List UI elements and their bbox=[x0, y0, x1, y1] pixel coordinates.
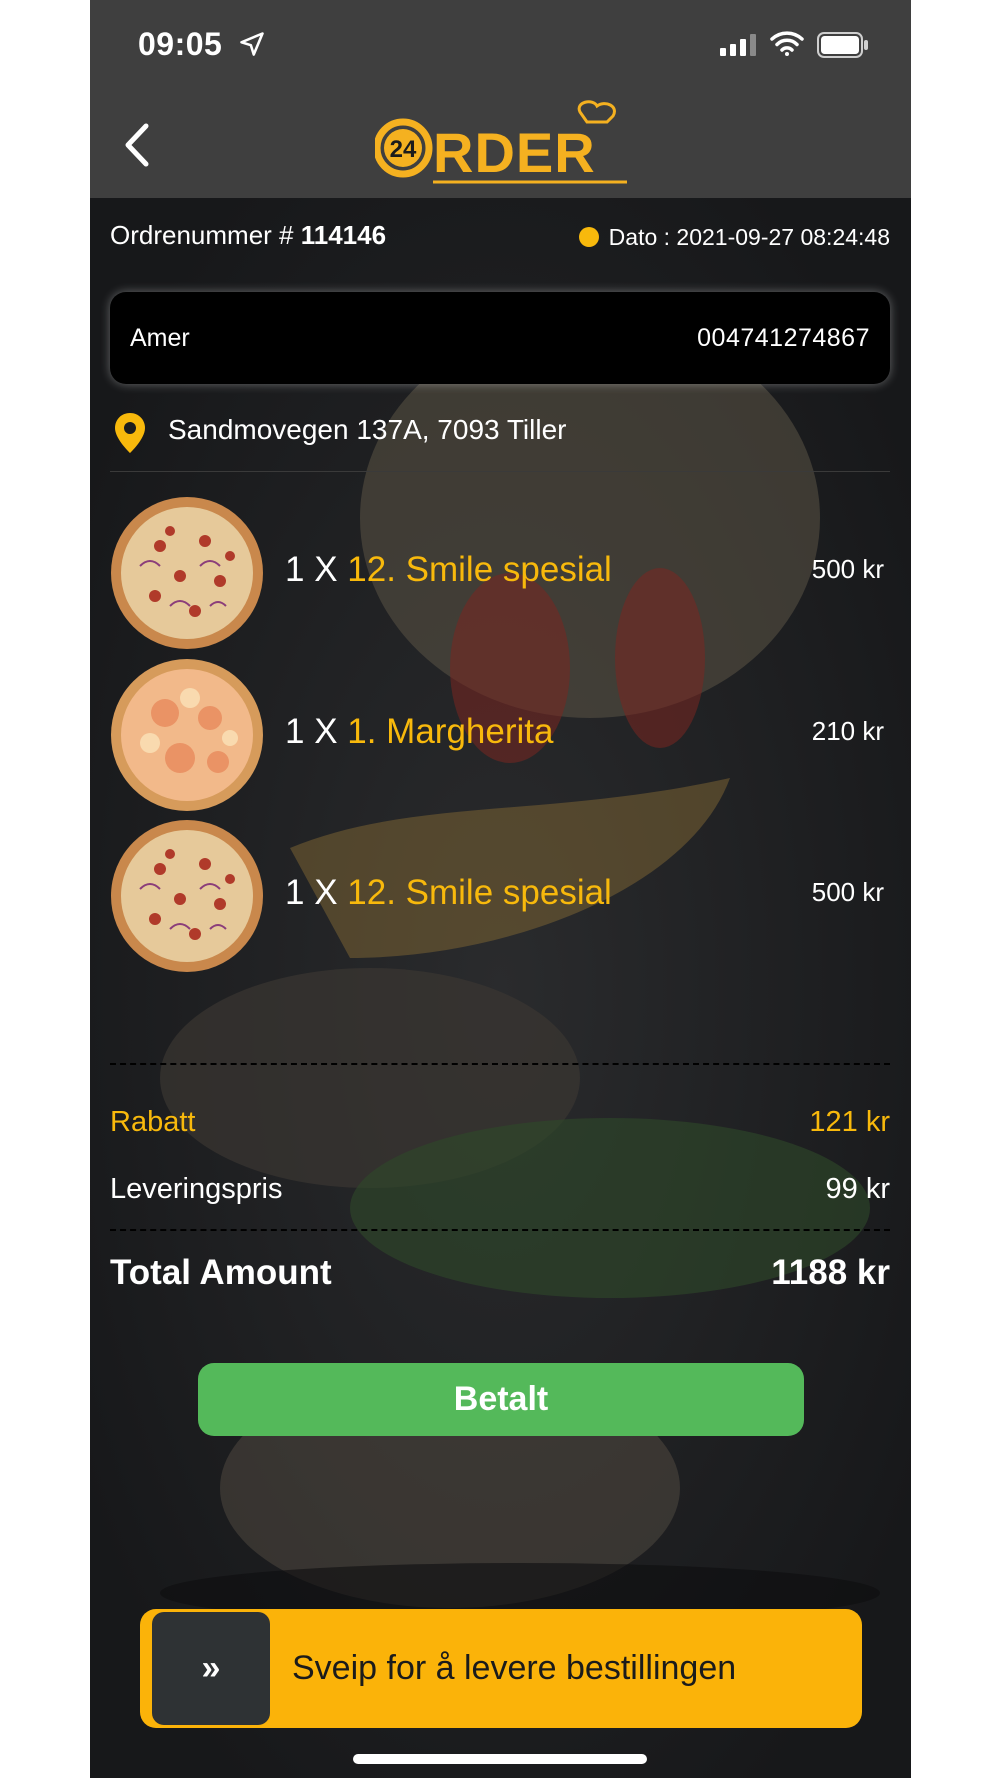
battery-icon bbox=[817, 32, 868, 58]
address-text: Sandmovegen 137A, 7093 Tiller bbox=[168, 414, 567, 445]
location-pin-icon bbox=[115, 413, 145, 453]
item-qty: 1 X bbox=[285, 712, 348, 751]
item-price: 500 kr bbox=[811, 877, 884, 907]
logo-text: RDER bbox=[433, 121, 596, 184]
order-number: Ordrenummer # 114146 bbox=[110, 220, 386, 251]
status-bar: 09:05 bbox=[90, 0, 911, 92]
order-item: 1 X 12. Smile spesial 500 kr bbox=[110, 819, 890, 975]
customer-phone[interactable]: 004741274867 bbox=[697, 324, 870, 353]
wifi-icon bbox=[770, 31, 804, 56]
item-title: 1 X 1. Margherita bbox=[285, 712, 553, 752]
order-item: 1 X 1. Margherita 210 kr bbox=[110, 658, 890, 814]
item-qty: 1 X bbox=[285, 873, 348, 912]
divider bbox=[110, 471, 890, 472]
item-name: 1. Margherita bbox=[347, 712, 554, 751]
swipe-label: Sveip for å levere bestillingen bbox=[292, 1649, 737, 1687]
discount-value: 121 kr bbox=[809, 1106, 890, 1138]
item-name: 12. Smile spesial bbox=[347, 873, 612, 912]
header-bar: 24 RDER bbox=[90, 92, 911, 198]
total-divider bbox=[110, 1229, 890, 1231]
total-value: 1188 kr bbox=[771, 1253, 890, 1292]
delivery-fee-row: Leveringspris 99 kr bbox=[110, 1173, 890, 1213]
home-indicator[interactable] bbox=[353, 1754, 647, 1764]
summary-divider bbox=[110, 1063, 890, 1065]
delivery-address[interactable]: Sandmovegen 137A, 7093 Tiller bbox=[114, 410, 894, 460]
item-price: 210 kr bbox=[811, 716, 884, 746]
item-title: 1 X 12. Smile spesial bbox=[285, 873, 612, 913]
delivery-fee-label: Leveringspris bbox=[110, 1173, 283, 1205]
signal-icon bbox=[720, 34, 756, 56]
status-time: 09:05 bbox=[138, 26, 223, 62]
pizza-image bbox=[111, 659, 263, 811]
item-price: 500 kr bbox=[811, 554, 884, 584]
delivery-fee-value: 99 kr bbox=[825, 1173, 890, 1205]
order-item: 1 X 12. Smile spesial 500 kr bbox=[110, 496, 890, 652]
customer-name: Amer bbox=[130, 324, 190, 352]
item-qty: 1 X bbox=[285, 550, 348, 589]
item-name: 12. Smile spesial bbox=[347, 550, 612, 589]
order-number-value: 114146 bbox=[300, 220, 387, 250]
paid-button[interactable]: Betalt bbox=[198, 1363, 804, 1436]
pizza-image bbox=[111, 497, 263, 649]
order-info-row: Ordrenummer # 114146 Dato : 2021-09-27 0… bbox=[110, 218, 890, 254]
swipe-handle[interactable]: » bbox=[152, 1612, 270, 1725]
order-number-label: Ordrenummer # bbox=[110, 220, 301, 250]
double-chevron-right-icon: » bbox=[201, 1649, 221, 1687]
swipe-to-deliver-slider[interactable]: » Sveip for å levere bestillingen bbox=[140, 1609, 862, 1728]
status-dot-icon bbox=[578, 227, 599, 247]
location-arrow-icon bbox=[240, 32, 264, 56]
back-chevron-icon[interactable] bbox=[118, 120, 158, 170]
pizza-image bbox=[111, 820, 263, 972]
order24-logo: 24 RDER bbox=[375, 100, 627, 184]
order-date: Dato : 2021-09-27 08:24:48 bbox=[578, 224, 890, 251]
total-label: Total Amount bbox=[110, 1253, 332, 1292]
customer-card: Amer 004741274867 bbox=[110, 292, 890, 384]
item-title: 1 X 12. Smile spesial bbox=[285, 550, 612, 590]
discount-row: Rabatt 121 kr bbox=[110, 1106, 890, 1146]
phone-screen: 09:05 24 RDER Ordrenummer # 114146 Dato … bbox=[90, 0, 911, 1778]
order-date-text: Dato : 2021-09-27 08:24:48 bbox=[608, 224, 890, 250]
total-row: Total Amount 1188 kr bbox=[110, 1253, 890, 1301]
logo-badge-text: 24 bbox=[390, 136, 417, 163]
discount-label: Rabatt bbox=[110, 1106, 196, 1138]
